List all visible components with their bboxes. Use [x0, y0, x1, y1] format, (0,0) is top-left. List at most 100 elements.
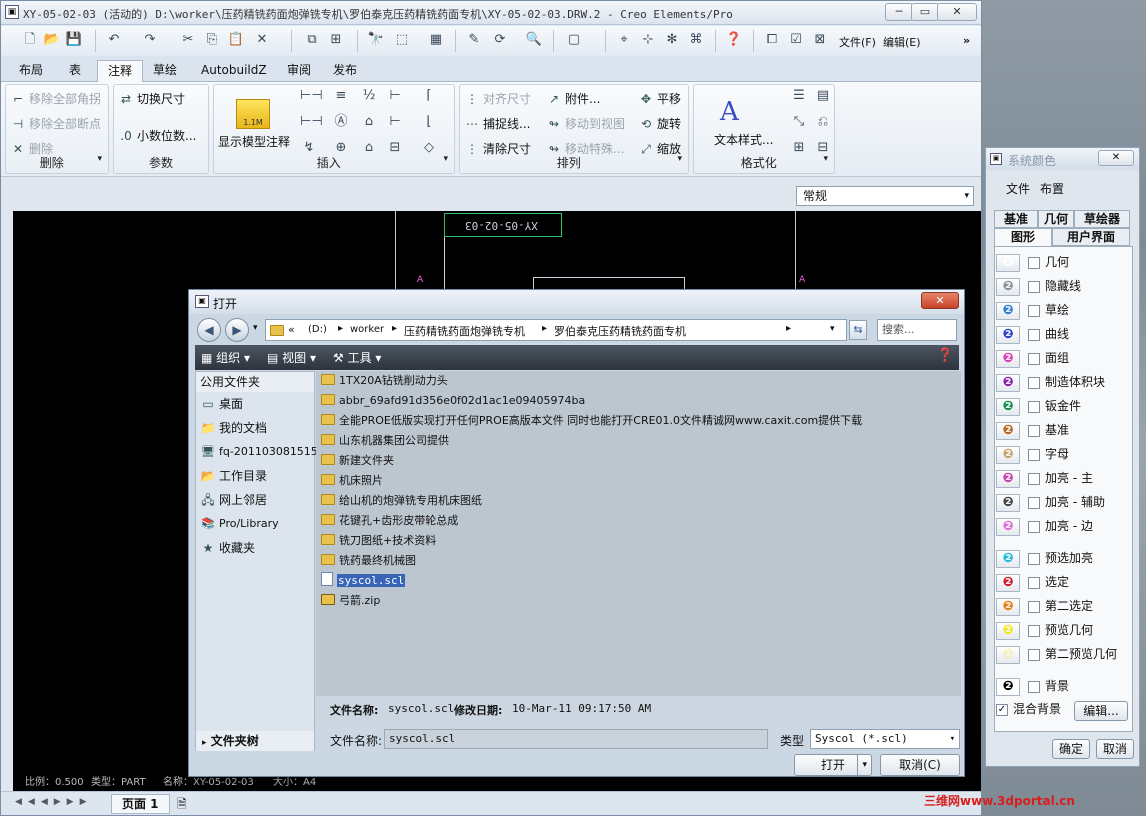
- color-checkbox[interactable]: [1028, 520, 1040, 533]
- undo-icon[interactable]: ↶: [105, 31, 123, 49]
- path-separator-icon[interactable]: ▸: [542, 323, 547, 334]
- tab-sketch[interactable]: 草绘: [143, 60, 187, 82]
- color-swatch-icon[interactable]: ❷: [996, 397, 1020, 416]
- ordinate-icon[interactable]: ⊢: [386, 87, 404, 105]
- maximize-button[interactable]: ▭: [911, 3, 939, 21]
- color-checkbox[interactable]: [1028, 256, 1040, 269]
- line-style-icon[interactable]: ☰: [790, 87, 808, 105]
- color-checkbox[interactable]: [1028, 280, 1040, 293]
- find-icon[interactable]: 🔭: [367, 31, 385, 49]
- grid-icon[interactable]: ▦: [427, 31, 445, 49]
- color-menu-file[interactable]: 文件: [1006, 180, 1030, 197]
- color-checkbox[interactable]: [1028, 376, 1040, 389]
- list-item[interactable]: abbr_69afd91d356e0f02d1ac1e09405974ba: [321, 391, 585, 411]
- window-icon[interactable]: ⧠: [763, 31, 781, 49]
- path-dropdown-icon[interactable]: ▾: [830, 324, 835, 334]
- sidebar-item-working-dir[interactable]: 📂 工作目录: [200, 466, 268, 486]
- csys-display-icon[interactable]: ⌘: [687, 31, 705, 49]
- sidebar-item-pro-library[interactable]: 📚 Pro/Library: [200, 514, 278, 534]
- color-swatch-icon[interactable]: ❷: [996, 421, 1020, 440]
- list-item-selected[interactable]: syscol.scl: [321, 571, 406, 591]
- color-swatch-icon[interactable]: ❷: [996, 253, 1020, 272]
- arrow-style-icon[interactable]: ⤡: [790, 113, 808, 131]
- color-swatch-icon[interactable]: ❷: [996, 621, 1020, 640]
- history-chevron-down-icon[interactable]: ▾: [253, 323, 258, 333]
- color-swatch-icon[interactable]: ❷: [996, 301, 1020, 320]
- new-page-icon[interactable]: 🗎: [177, 795, 187, 816]
- ok-button[interactable]: 确定: [1052, 739, 1090, 759]
- list-item[interactable]: 1TX20A钻铣削动力头: [321, 371, 448, 391]
- color-swatch-icon[interactable]: ❷: [996, 573, 1020, 592]
- dialog-close-button[interactable]: ✕: [921, 292, 959, 309]
- color-swatch-icon[interactable]: ❷: [996, 445, 1020, 464]
- color-checkbox[interactable]: [1028, 400, 1040, 413]
- color-swatch-icon[interactable]: ❷: [996, 677, 1020, 696]
- paste-icon[interactable]: 📋: [227, 31, 245, 49]
- symbol-icon[interactable]: ⌂: [360, 113, 378, 131]
- path-segment[interactable]: worker: [350, 324, 384, 335]
- edit-menu[interactable]: 编辑(E): [883, 34, 921, 50]
- save-icon[interactable]: 💾: [65, 31, 83, 49]
- list-item[interactable]: 新建文件夹: [321, 451, 394, 471]
- filename-input[interactable]: syscol.scl: [384, 729, 768, 749]
- page-tab[interactable]: 页面 1: [111, 794, 170, 814]
- blend-bg-checkbox[interactable]: ✓: [996, 703, 1008, 716]
- color-menu-layout[interactable]: 布置: [1040, 180, 1064, 197]
- tab-review[interactable]: 审阅: [277, 60, 321, 82]
- move-to-view-button[interactable]: ↬ 移动到视图: [546, 115, 625, 132]
- list-item[interactable]: 铣刀图纸+技术资料: [321, 531, 436, 551]
- copy-icon[interactable]: ⎘: [203, 31, 221, 49]
- tab-layout[interactable]: 布局: [9, 60, 53, 82]
- color-swatch-icon[interactable]: ❷: [996, 549, 1020, 568]
- list-item[interactable]: 花键孔+齿形皮带轮总成: [321, 511, 458, 531]
- path-segment[interactable]: 罗伯泰克压药精铣药面专机: [554, 323, 686, 339]
- color-cancel-button[interactable]: 取消: [1096, 739, 1134, 759]
- color-checkbox[interactable]: [1028, 424, 1040, 437]
- sidebar-item-desktop[interactable]: ▭ 桌面: [200, 394, 243, 414]
- snap-line-button[interactable]: ⋯ 捕捉线...: [464, 115, 530, 132]
- color-checkbox[interactable]: [1028, 680, 1040, 693]
- leader-icon[interactable]: ⌈: [420, 87, 438, 105]
- help-icon[interactable]: ❓: [725, 31, 743, 49]
- color-swatch-icon[interactable]: ❷: [996, 645, 1020, 664]
- color-swatch-icon[interactable]: ❷: [996, 325, 1020, 344]
- color-checkbox[interactable]: [1028, 448, 1040, 461]
- redo-icon[interactable]: ↷: [141, 31, 159, 49]
- tab-datum[interactable]: 基准: [994, 210, 1038, 228]
- remove-all-breaks-button[interactable]: ⊣ 移除全部断点: [10, 115, 101, 132]
- page-nav-icon[interactable]: ◀◀◀▶▶▶: [15, 797, 93, 807]
- file-type-select[interactable]: Syscol (*.scl) ▾: [810, 729, 960, 749]
- close-window-icon[interactable]: ⊠: [811, 31, 829, 49]
- align-dimensions-button[interactable]: ⋮ 对齐尺寸: [464, 90, 531, 107]
- text-style-icon[interactable]: A: [720, 97, 739, 127]
- cut-icon[interactable]: ✂: [179, 31, 197, 49]
- more-chevron-icon[interactable]: »: [963, 34, 970, 47]
- color-checkbox[interactable]: [1028, 648, 1040, 661]
- path-separator-icon[interactable]: ▸: [786, 323, 791, 334]
- tab-table[interactable]: 表: [59, 60, 91, 82]
- open-icon[interactable]: 📂: [43, 31, 61, 49]
- list-item[interactable]: 铣药最终机械图: [321, 551, 416, 571]
- folder-tree-toggle[interactable]: ▸ 文件夹树: [196, 731, 314, 751]
- close-button[interactable]: ✕: [937, 3, 977, 21]
- note-icon[interactable]: ≡: [332, 87, 350, 105]
- list-item[interactable]: 给山机的炮弹铣专用机床图纸: [321, 491, 482, 511]
- dimension-icon[interactable]: ⊢⊣: [300, 87, 323, 105]
- edit-icon[interactable]: ✎: [465, 31, 483, 49]
- model-annotation-icon[interactable]: 1.1M: [236, 99, 270, 129]
- open-button[interactable]: 打开 ▾: [794, 754, 872, 776]
- pan-button[interactable]: ✥ 平移: [638, 90, 681, 107]
- rotate-button[interactable]: ⟲ 旋转: [638, 115, 681, 132]
- cancel-button[interactable]: 取消(C): [880, 754, 960, 776]
- minimize-button[interactable]: ─: [885, 3, 913, 21]
- sidebar-item-network[interactable]: 🖧 网上邻居: [200, 490, 267, 510]
- path-segment[interactable]: 压药精铣药面炮弹铣专机: [404, 323, 525, 339]
- datum-display-icon[interactable]: ⌖: [615, 31, 633, 49]
- color-checkbox[interactable]: [1028, 304, 1040, 317]
- new-icon[interactable]: 🗋: [21, 31, 39, 49]
- datum-target-icon[interactable]: Ⓐ: [332, 113, 350, 131]
- color-swatch-icon[interactable]: ❷: [996, 597, 1020, 616]
- path-separator-icon[interactable]: ▸: [338, 323, 343, 334]
- tab-autobuildz[interactable]: AutobuildZ: [191, 60, 277, 82]
- path-separator-icon[interactable]: ▸: [392, 323, 397, 334]
